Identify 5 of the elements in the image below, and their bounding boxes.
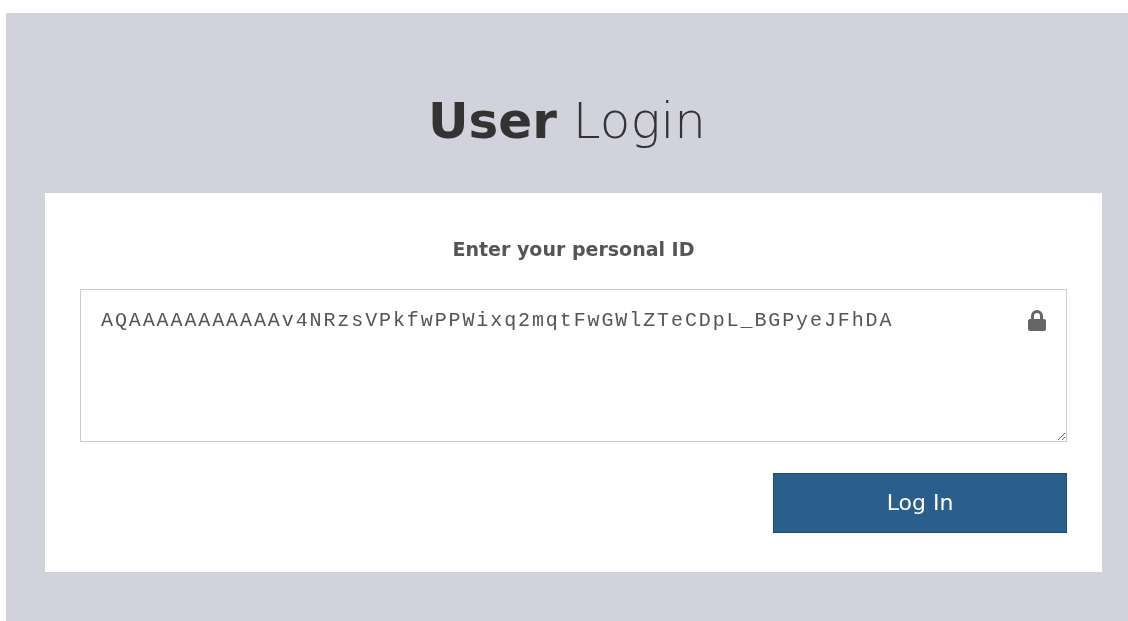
page-title: User Login <box>427 91 707 151</box>
lock-icon <box>1025 308 1049 331</box>
field-label: Enter your personal ID <box>451 237 696 262</box>
login-button[interactable]: Log In <box>773 472 1067 533</box>
id-field[interactable]: AQAAAAAAAAAAAv4NRzsVPkfwPPWixq2mqtFwGWlZTeCDpL_BGPyeJFhDA <box>80 288 1067 442</box>
